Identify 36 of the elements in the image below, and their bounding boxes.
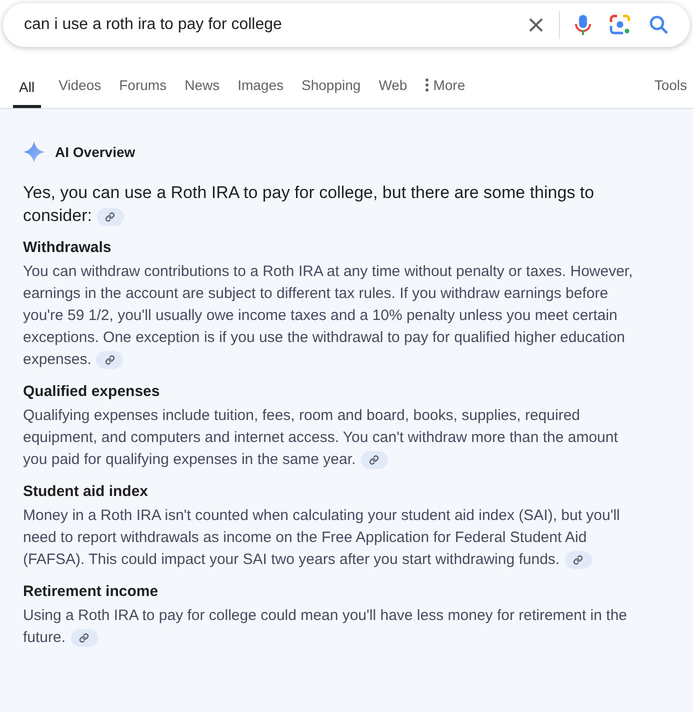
camera-icon[interactable] <box>609 14 631 36</box>
search-query[interactable]: can i use a roth ira to pay for college <box>24 16 519 34</box>
sparkle-icon <box>23 141 45 163</box>
link-icon <box>105 212 116 222</box>
source-link-button[interactable] <box>70 629 98 648</box>
search-tab[interactable]: Web <box>378 77 408 108</box>
source-link-button[interactable] <box>360 451 388 470</box>
section-heading: Qualified expenses <box>23 382 161 402</box>
search-icon[interactable] <box>649 15 669 35</box>
link-icon <box>369 455 380 466</box>
search-tab[interactable]: Videos <box>58 77 102 108</box>
search-tab[interactable]: News <box>184 77 220 108</box>
section-text: Qualifying expenses include tuition, fees, room and board, books, supplies, required equipment, and computers and internet access. You can't withdraw more than the amount you paid for qualifying expenses in the same year. <box>23 406 619 471</box>
source-link-button[interactable] <box>96 208 124 226</box>
search-field[interactable]: can i use a roth ira to pay for college <box>3 3 690 47</box>
source-link-button[interactable] <box>564 551 592 570</box>
close-icon[interactable] <box>528 17 544 33</box>
search-tab[interactable]: Shopping <box>302 77 361 108</box>
tools-button[interactable]: Tools <box>654 77 693 108</box>
search-tab[interactable]: More <box>425 77 466 108</box>
section-text: Using a Roth IRA to pay for college could mean you'll have less money for retirement in the future. <box>23 606 628 649</box>
section-text: Money in a Roth IRA isn't counted when calculating your student aid index (SAI), but you'll need to report withdrawals as income on the Free Application for Federal Student Aid (FAFSA). This could impact your SAI two years after you start withdrawing funds. <box>23 506 621 571</box>
link-icon <box>104 355 115 366</box>
summary-text: Yes, you can use a Roth IRA to pay for college, but there are some things to consider: <box>23 182 596 227</box>
search-tab[interactable]: Forums <box>119 77 167 108</box>
ai-overview-title: AI Overview <box>55 144 136 160</box>
link-icon <box>79 633 90 644</box>
section-text: You can withdraw contributions to a Roth IRA at any time without penalty or taxes. However, earnings in the account are subject to different tax rules. If you withdraw earnings before you're 59 1/2, you'll usually owe income taxes and a 10% penalty unless you meet certain exceptions. One exception is if you use the withdrawal to pay for qualified higher education expenses. <box>23 262 634 371</box>
section-heading: Student aid index <box>23 482 150 502</box>
search-tab[interactable]: Images <box>238 77 284 108</box>
microphone-icon[interactable] <box>575 14 591 36</box>
link-icon <box>573 555 584 566</box>
section-heading: Retirement income <box>23 582 160 602</box>
source-link-button[interactable] <box>96 351 124 370</box>
section-heading: Withdrawals <box>23 238 112 258</box>
more-vert-icon <box>425 78 430 92</box>
